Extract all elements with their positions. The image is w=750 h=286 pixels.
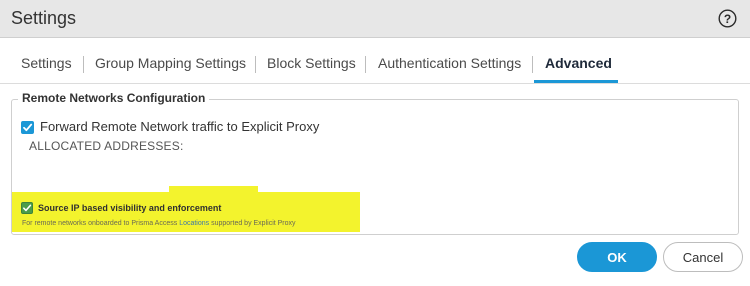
help-circle-icon[interactable]: ? — [718, 9, 737, 28]
forward-remote-network-checkbox[interactable] — [21, 121, 34, 134]
tab-divider — [83, 56, 84, 73]
settings-dialog: Settings ? Settings Group Mapping Settin… — [0, 0, 750, 286]
allocated-addresses-label: ALLOCATED ADDRESSES: — [29, 139, 184, 153]
tab-bar-divider — [0, 83, 750, 84]
tab-bar: Settings Group Mapping Settings Block Se… — [0, 38, 750, 84]
title-bar: Settings ? — [0, 0, 750, 38]
forward-remote-network-label: Forward Remote Network traffic to Explic… — [40, 119, 320, 134]
cancel-button[interactable]: Cancel — [663, 242, 743, 272]
tab-block-settings[interactable]: Block Settings — [267, 55, 356, 71]
locations-link[interactable]: Locations — [179, 220, 209, 227]
dialog-title: Settings — [11, 8, 77, 28]
hint-prefix: For remote networks onboarded to Prisma … — [22, 220, 180, 227]
tab-group-mapping-settings[interactable]: Group Mapping Settings — [95, 55, 246, 71]
source-ip-visibility-label: Source IP based visibility and enforceme… — [38, 203, 222, 213]
svg-text:?: ? — [724, 12, 731, 26]
tab-authentication-settings[interactable]: Authentication Settings — [378, 55, 521, 71]
source-ip-visibility-checkbox[interactable] — [21, 202, 33, 214]
tab-advanced[interactable]: Advanced — [545, 55, 612, 71]
tab-divider — [255, 56, 256, 73]
tab-divider — [365, 56, 366, 73]
source-ip-hint: For remote networks onboarded to Prisma … — [22, 220, 296, 227]
hint-suffix: supported by Explicit Proxy — [209, 220, 296, 227]
tab-divider — [532, 56, 533, 73]
ok-button[interactable]: OK — [577, 242, 657, 272]
remote-networks-legend: Remote Networks Configuration — [18, 91, 210, 105]
tab-settings[interactable]: Settings — [21, 55, 72, 71]
